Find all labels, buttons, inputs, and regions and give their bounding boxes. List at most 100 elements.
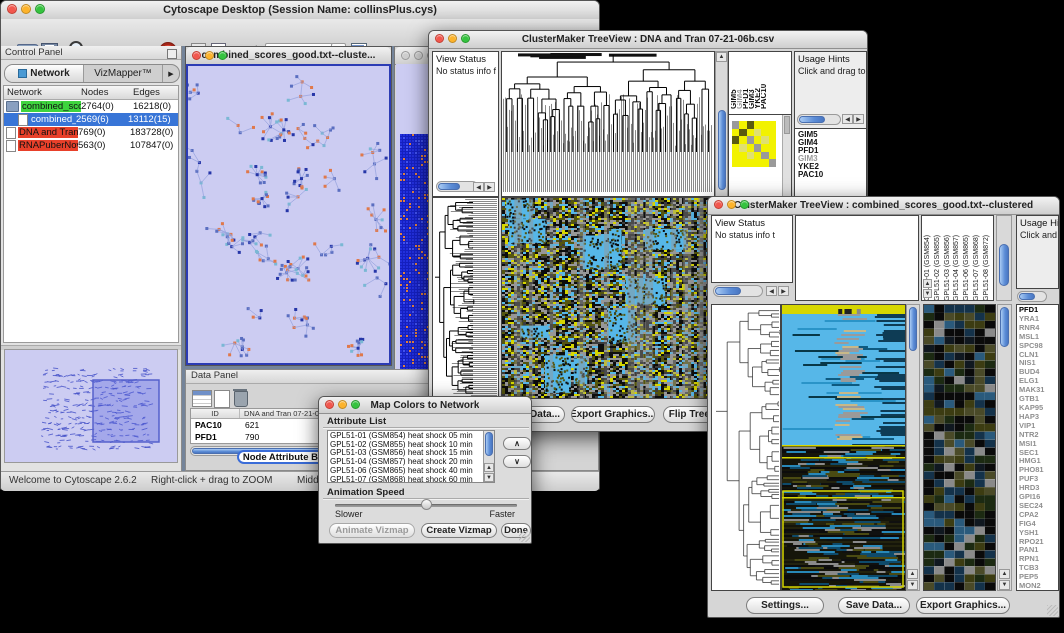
scroll-left-button[interactable]: ◀ (766, 286, 777, 296)
network-row[interactable]: combined_sco2569(6)13112(15) (4, 113, 178, 126)
attribute-listbox[interactable]: GPL51-01 (GSM854) heat shock 05 minGPL51… (327, 430, 495, 483)
tv2-settings-button[interactable]: Settings... (746, 597, 824, 614)
matrix-cell[interactable] (754, 136, 761, 144)
tv1-matrix-vscroll-thumb[interactable] (784, 116, 790, 134)
tab-network[interactable]: Network (5, 65, 84, 82)
matrix-cell[interactable] (739, 136, 746, 144)
minimize-icon[interactable] (727, 200, 736, 209)
network-row[interactable]: RNAPuberNov2+563(0)107847(0) (4, 139, 178, 152)
scroll-up-button[interactable]: ▲ (999, 569, 1010, 579)
tv1-usage-hscrollbar[interactable] (797, 114, 841, 125)
id-col-header[interactable]: ID (191, 409, 240, 418)
matrix-cell[interactable] (769, 152, 776, 160)
network-canvas-1[interactable] (188, 66, 389, 363)
scroll-right-button[interactable]: ▶ (484, 182, 495, 192)
matrix-cell[interactable] (732, 121, 739, 129)
matrix-cell[interactable] (769, 136, 776, 144)
scroll-up-button[interactable]: ▲ (923, 279, 932, 288)
scroll-up-button[interactable]: ▲ (716, 52, 727, 62)
scroll-right-button[interactable]: ▶ (853, 114, 864, 124)
attribute-item[interactable]: GPL51-07 (GSM868) heat shock 60 min (330, 476, 494, 483)
tv2-save-data-button[interactable]: Save Data... (838, 597, 910, 614)
matrix-cell[interactable] (761, 144, 768, 152)
attribute-list-vscroll-thumb[interactable] (485, 432, 493, 456)
matrix-cell[interactable] (747, 136, 754, 144)
matrix-cell[interactable] (747, 144, 754, 152)
matrix-cell[interactable] (732, 136, 739, 144)
matrix-cell[interactable] (739, 152, 746, 160)
matrix-cell[interactable] (754, 144, 761, 152)
tv1-matrix-vscroll-track[interactable] (782, 115, 791, 197)
col-network[interactable]: Network (4, 87, 81, 98)
treeview2-titlebar[interactable]: ClusterMaker TreeView : combined_scores_… (708, 197, 1059, 215)
matrix-cell[interactable] (732, 159, 739, 167)
network-window-1-titlebar[interactable]: combined_scores_good.txt--cluste... (186, 47, 391, 65)
dialog-controls[interactable] (325, 400, 360, 409)
scroll-left-button[interactable]: ◀ (473, 182, 484, 192)
matrix-cell[interactable] (739, 121, 746, 129)
matrix-cell[interactable] (739, 144, 746, 152)
minimize-icon[interactable] (338, 400, 347, 409)
tab-more-button[interactable]: ▶ (163, 65, 179, 82)
tv2-row-dendrogram-canvas[interactable] (712, 305, 780, 590)
matrix-cell[interactable] (769, 129, 776, 137)
treeview1-titlebar[interactable]: ClusterMaker TreeView : DNA and Tran 07-… (429, 31, 867, 49)
close-icon[interactable] (325, 400, 334, 409)
close-icon[interactable] (7, 4, 17, 14)
close-icon[interactable] (401, 51, 410, 60)
matrix-cell[interactable] (769, 159, 776, 167)
move-down-button[interactable]: ∨ (503, 455, 531, 468)
scroll-down-button[interactable]: ▼ (999, 580, 1010, 590)
tv2-usage-hscrollbar[interactable] (1017, 291, 1047, 302)
zoom-window-icon[interactable] (351, 400, 360, 409)
matrix-cell[interactable] (754, 121, 761, 129)
col-edges[interactable]: Edges (133, 87, 178, 98)
treeview1-controls[interactable] (435, 34, 470, 43)
matrix-cell[interactable] (754, 152, 761, 160)
tab-vizmapper[interactable]: VizMapper™ (84, 65, 163, 82)
network-table-header[interactable]: Network Nodes Edges (4, 86, 178, 100)
zoom-window-icon[interactable] (218, 51, 227, 60)
window-controls[interactable] (7, 4, 45, 14)
network-window-1-controls[interactable] (192, 51, 227, 60)
tv1-status-hscroll-thumb[interactable] (438, 183, 460, 190)
tv1-column-dendrogram-canvas[interactable] (502, 52, 714, 196)
attribute-list-vscroll[interactable]: ▲ ▼ (483, 431, 494, 482)
minimize-icon[interactable] (205, 51, 214, 60)
matrix-cell[interactable] (739, 159, 746, 167)
main-titlebar[interactable]: Cytoscape Desktop (Session Name: collins… (1, 1, 599, 20)
scroll-left-button[interactable]: ◀ (842, 114, 853, 124)
matrix-cell[interactable] (769, 121, 776, 129)
close-icon[interactable] (192, 51, 201, 60)
matrix-cell[interactable] (761, 121, 768, 129)
zoom-window-icon[interactable] (740, 200, 749, 209)
animation-speed-slider[interactable] (335, 504, 517, 507)
tv2-top-vscroll[interactable] (996, 215, 1012, 301)
tv1-row-dendrogram-canvas[interactable] (433, 198, 498, 398)
network-row[interactable]: combined_scores2764(0)16218(0) (4, 100, 178, 113)
matrix-cell[interactable] (761, 129, 768, 137)
matrix-cell[interactable] (732, 152, 739, 160)
zoom-window-icon[interactable] (461, 34, 470, 43)
matrix-cell[interactable] (761, 152, 768, 160)
tv2-heatmap-canvas[interactable] (782, 305, 905, 590)
matrix-cell[interactable] (747, 159, 754, 167)
treeview2-controls[interactable] (714, 200, 749, 209)
tv1-vscroll-thumb[interactable] (718, 110, 726, 190)
matrix-cell[interactable] (747, 129, 754, 137)
matrix-cell[interactable] (754, 129, 761, 137)
matrix-cell[interactable] (747, 121, 754, 129)
matrix-cell[interactable] (732, 144, 739, 152)
float-panel-icon[interactable] (167, 49, 177, 59)
move-up-button[interactable]: ∧ (503, 437, 531, 450)
tv2-heatmap-vscroll-thumb[interactable] (909, 307, 917, 351)
gene-label[interactable]: MON2 (1019, 582, 1058, 591)
tv2-heatmap-vscroll[interactable]: ▲ ▼ (906, 304, 920, 591)
col-nodes[interactable]: Nodes (81, 87, 133, 98)
create-vizmap-button[interactable]: Create Vizmap (421, 523, 497, 538)
tv1-export-graphics-button[interactable]: Export Graphics... (571, 406, 655, 423)
tv2-sub-vscroll[interactable]: ▲ ▼ (997, 304, 1012, 591)
minimize-icon[interactable] (448, 34, 457, 43)
scroll-up-button[interactable]: ▲ (484, 463, 494, 472)
dialog-titlebar[interactable]: Map Colors to Network (319, 397, 531, 414)
